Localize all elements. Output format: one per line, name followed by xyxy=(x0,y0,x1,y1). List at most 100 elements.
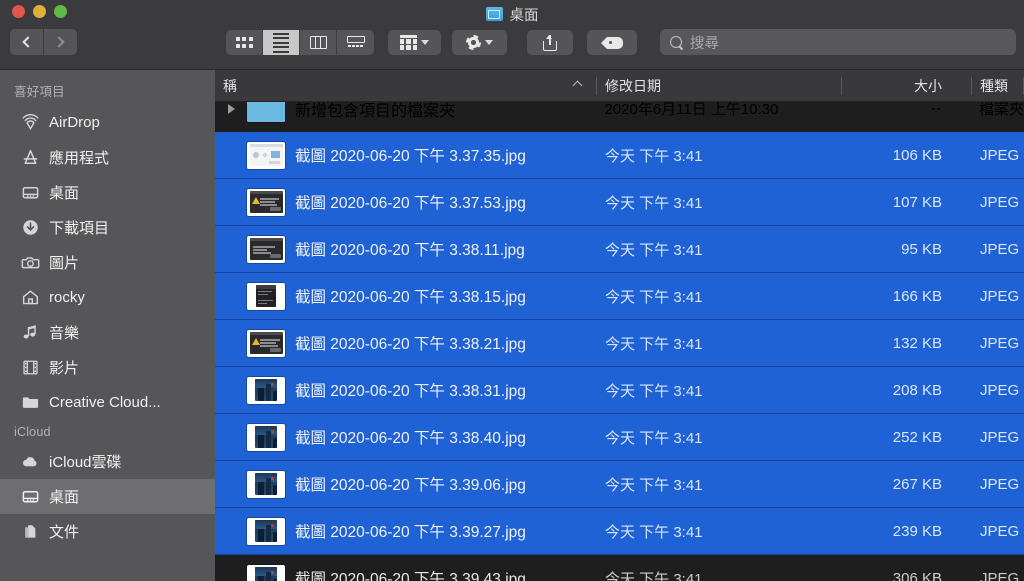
icon-view-button[interactable] xyxy=(226,30,263,55)
column-header-kind-label: 種類 xyxy=(980,77,1008,94)
list-view-button[interactable] xyxy=(263,30,300,55)
column-header-date[interactable]: 修改日期 xyxy=(597,70,842,102)
table-row[interactable]: 截圖 2020-06-20 下午 3.39.06.jpg 今天 下午 3:41 … xyxy=(215,461,1024,508)
file-rows: 新增包含項目的檔案夾 2020年6月11日 上午10:30 -- 檔案夾 截圖 … xyxy=(215,102,1024,581)
search-placeholder: 搜尋 xyxy=(690,35,719,52)
sidebar-item-label: 應用程式 xyxy=(49,150,110,167)
grid-icon xyxy=(235,37,253,48)
tag-button[interactable] xyxy=(587,30,637,55)
file-date: 今天 下午 3:41 xyxy=(605,288,703,306)
sidebar-item-documents[interactable]: 文件 xyxy=(0,514,215,549)
column-headers: 稱 修改日期 大小 種類 xyxy=(215,70,1024,102)
group-by-button[interactable] xyxy=(388,30,441,55)
sidebar-item-icloud-drive[interactable]: iCloud雲碟 xyxy=(0,444,215,479)
desktop-icon xyxy=(20,487,40,506)
search-field[interactable]: 搜尋 xyxy=(660,29,1016,55)
gallery-icon xyxy=(346,36,365,49)
forward-button[interactable] xyxy=(44,29,77,55)
gallery-view-button[interactable] xyxy=(337,30,374,55)
file-name: 截圖 2020-06-20 下午 3.38.11.jpg xyxy=(295,242,525,259)
file-kind: JPEG xyxy=(980,146,1020,164)
sidebar-item-movies[interactable]: 影片 xyxy=(0,350,215,385)
file-date: 今天 下午 3:41 xyxy=(605,429,703,447)
action-menu-button[interactable] xyxy=(452,30,507,55)
file-kind: JPEG xyxy=(980,240,1020,258)
search-icon xyxy=(670,35,683,49)
navigation-buttons xyxy=(10,29,77,55)
sidebar-item-label: 圖片 xyxy=(49,255,80,272)
column-header-name[interactable]: 稱 xyxy=(215,70,597,102)
file-name: 新增包含項目的檔案夾 xyxy=(295,102,456,120)
disclosure-triangle-icon[interactable] xyxy=(225,103,237,114)
sidebar-item-label: rocky xyxy=(49,289,85,306)
sidebar-item-applications[interactable]: 應用程式 xyxy=(0,140,215,175)
file-thumbnail xyxy=(247,564,285,581)
sidebar: 喜好項目 AirDrop 應用程式 桌面 下載項目 圖片 rocky 音樂 影片… xyxy=(0,70,215,581)
chevron-right-icon xyxy=(53,36,65,48)
share-icon xyxy=(543,34,557,51)
pictures-icon xyxy=(20,253,40,272)
file-name: 截圖 2020-06-20 下午 3.39.43.jpg xyxy=(295,571,526,581)
back-button[interactable] xyxy=(10,29,43,55)
file-date: 今天 下午 3:41 xyxy=(605,570,703,581)
file-name: 截圖 2020-06-20 下午 3.37.35.jpg xyxy=(295,148,526,165)
column-header-kind[interactable]: 種類 xyxy=(972,70,1024,102)
file-size: 239 KB xyxy=(892,522,942,540)
file-date: 今天 下午 3:41 xyxy=(605,523,703,541)
applications-icon xyxy=(20,148,40,167)
column-view-button[interactable] xyxy=(300,30,337,55)
sidebar-item-label: 桌面 xyxy=(49,185,80,202)
sidebar-item-airdrop[interactable]: AirDrop xyxy=(0,105,215,140)
table-row[interactable]: 截圖 2020-06-20 下午 3.38.21.jpg 今天 下午 3:41 … xyxy=(215,320,1024,367)
file-size: 267 KB xyxy=(892,475,942,493)
table-row[interactable]: 新增包含項目的檔案夾 2020年6月11日 上午10:30 -- 檔案夾 xyxy=(215,102,1024,132)
file-size: 166 KB xyxy=(892,287,942,305)
file-size: 208 KB xyxy=(892,381,942,399)
sidebar-item-pictures[interactable]: 圖片 xyxy=(0,245,215,280)
file-name: 截圖 2020-06-20 下午 3.38.40.jpg xyxy=(295,430,526,447)
sidebar-item-label: Creative Cloud... xyxy=(49,394,161,411)
file-date: 今天 下午 3:41 xyxy=(605,147,703,165)
column-header-size[interactable]: 大小 xyxy=(842,70,972,102)
sidebar-item-icloud-desktop[interactable]: 桌面 xyxy=(0,479,215,514)
sidebar-item-downloads[interactable]: 下載項目 xyxy=(0,210,215,245)
table-row[interactable]: 截圖 2020-06-20 下午 3.38.40.jpg 今天 下午 3:41 … xyxy=(215,414,1024,461)
file-thumbnail xyxy=(247,188,285,216)
sidebar-item-music[interactable]: 音樂 xyxy=(0,315,215,350)
sidebar-item-label: 音樂 xyxy=(49,325,80,342)
sidebar-item-label: 文件 xyxy=(49,524,80,541)
sidebar-item-label: 下載項目 xyxy=(49,220,110,237)
table-row[interactable]: 截圖 2020-06-20 下午 3.38.11.jpg 今天 下午 3:41 … xyxy=(215,226,1024,273)
file-kind: JPEG xyxy=(980,193,1020,211)
file-name: 截圖 2020-06-20 下午 3.38.15.jpg xyxy=(295,289,526,306)
share-button[interactable] xyxy=(527,30,573,55)
sidebar-section-header-icloud: iCloud xyxy=(14,425,51,439)
file-date: 今天 下午 3:41 xyxy=(605,241,703,259)
columns-icon xyxy=(309,36,327,49)
file-date: 今天 下午 3:41 xyxy=(605,194,703,212)
table-row[interactable]: 截圖 2020-06-20 下午 3.39.27.jpg 今天 下午 3:41 … xyxy=(215,508,1024,555)
file-name: 截圖 2020-06-20 下午 3.39.27.jpg xyxy=(295,524,526,541)
movies-icon xyxy=(20,358,40,377)
table-row[interactable]: 截圖 2020-06-20 下午 3.38.31.jpg 今天 下午 3:41 … xyxy=(215,367,1024,414)
music-icon xyxy=(20,323,40,342)
sidebar-item-desktop[interactable]: 桌面 xyxy=(0,175,215,210)
file-kind: JPEG xyxy=(980,522,1020,540)
table-row[interactable]: 截圖 2020-06-20 下午 3.37.35.jpg 今天 下午 3:41 … xyxy=(215,132,1024,179)
sidebar-item-home[interactable]: rocky xyxy=(0,280,215,315)
table-row[interactable]: 截圖 2020-06-20 下午 3.38.15.jpg 今天 下午 3:41 … xyxy=(215,273,1024,320)
file-date: 2020年6月11日 上午10:30 xyxy=(604,102,779,118)
file-thumbnail xyxy=(247,282,285,310)
file-size: 95 KB xyxy=(901,240,942,258)
sidebar-item-label: 桌面 xyxy=(49,489,80,506)
list-icon xyxy=(273,32,289,53)
file-thumbnail xyxy=(247,235,285,263)
table-row[interactable]: 截圖 2020-06-20 下午 3.37.53.jpg 今天 下午 3:41 … xyxy=(215,179,1024,226)
toolbar: 搜尋 xyxy=(0,28,1024,68)
sidebar-item-creative-cloud[interactable]: Creative Cloud... xyxy=(0,385,215,420)
sort-ascending-icon xyxy=(572,80,583,90)
file-thumbnail xyxy=(247,329,285,357)
file-kind: 檔案夾 xyxy=(978,102,1024,118)
file-list-pane: 稱 修改日期 大小 種類 新增包含項目的檔案夾 2020年6月11日 上午10:… xyxy=(215,70,1024,581)
table-row[interactable]: 截圖 2020-06-20 下午 3.39.43.jpg 今天 下午 3:41 … xyxy=(215,555,1024,581)
